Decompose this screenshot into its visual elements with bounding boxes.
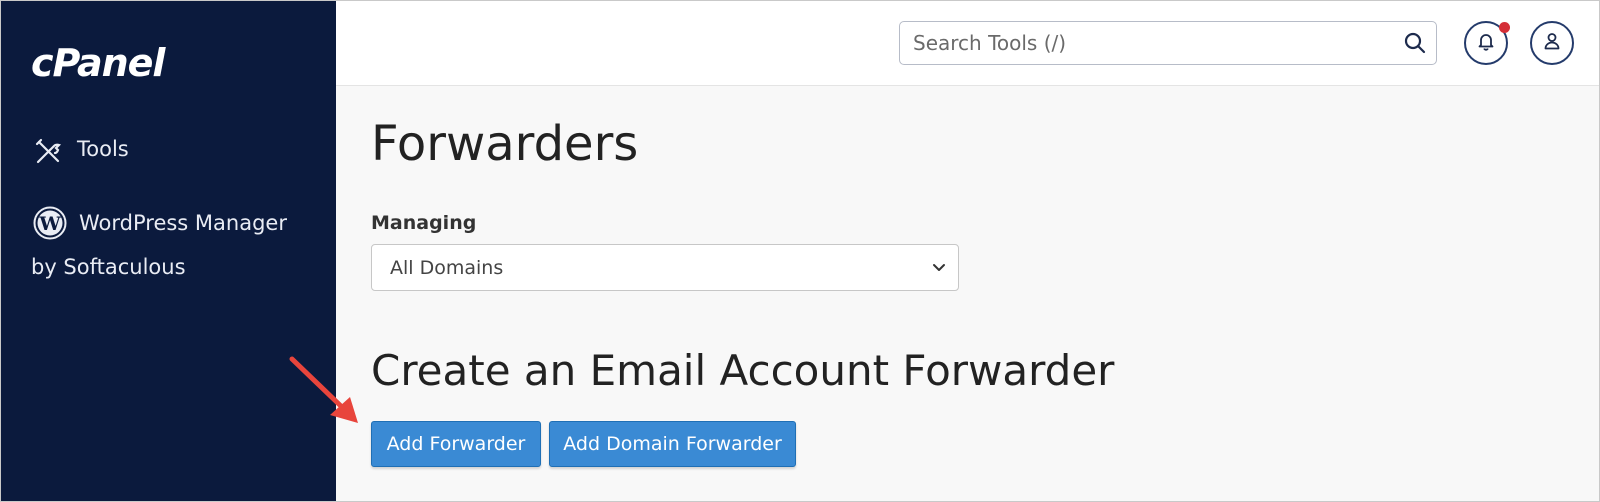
search-icon[interactable]: [1404, 32, 1426, 58]
bell-icon: [1476, 31, 1496, 55]
sidebar-item-label: WordPress Manager: [79, 211, 287, 235]
add-forwarder-button[interactable]: Add Forwarder: [371, 421, 541, 467]
tools-icon: [33, 137, 63, 167]
main-content: Forwarders Managing All Domains Create a…: [336, 86, 1599, 501]
domain-select[interactable]: All Domains: [371, 244, 959, 291]
add-domain-forwarder-button[interactable]: Add Domain Forwarder: [549, 421, 796, 467]
domain-select-value: All Domains: [390, 256, 504, 279]
sidebar-item-label: Tools: [77, 137, 129, 161]
sidebar-item-tools[interactable]: Tools: [33, 137, 129, 167]
chevron-down-icon: [932, 258, 946, 277]
annotation-arrow-icon: [289, 356, 358, 423]
sidebar-item-wordpress-manager[interactable]: W WordPress Manager by Softaculous: [31, 201, 313, 289]
page-title: Forwarders: [371, 116, 639, 172]
top-header: [336, 1, 1599, 86]
user-icon: [1542, 31, 1562, 55]
search-input[interactable]: [911, 22, 1385, 64]
app-window: cPanel Tools W WordPress Manager by Soft…: [0, 0, 1600, 502]
user-menu-button[interactable]: [1530, 21, 1574, 65]
notification-dot: [1499, 22, 1510, 33]
managing-label: Managing: [371, 212, 477, 234]
wordpress-icon: W: [33, 206, 67, 240]
svg-text:W: W: [38, 213, 61, 235]
sidebar-item-sublabel: by Softaculous: [31, 255, 186, 279]
section-title: Create an Email Account Forwarder: [371, 346, 1115, 395]
search-box: [899, 21, 1437, 65]
cpanel-logo[interactable]: cPanel: [31, 41, 165, 85]
